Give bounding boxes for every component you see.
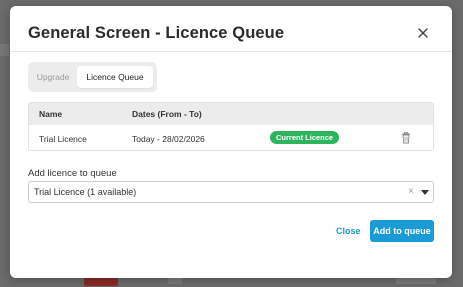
close-button[interactable]: Close bbox=[336, 226, 361, 236]
background-text-fragment bbox=[168, 278, 182, 284]
licence-name: Trial Licence bbox=[39, 134, 87, 144]
licence-dates: Today - 28/02/2026 bbox=[132, 134, 205, 144]
column-header-name: Name bbox=[39, 109, 63, 119]
background-app-fragment bbox=[0, 44, 9, 56]
add-licence-label: Add licence to queue bbox=[28, 168, 117, 179]
column-header-dates: Dates (From - To) bbox=[132, 109, 202, 119]
licence-select[interactable]: Trial Licence (1 available) × bbox=[28, 181, 434, 203]
status-badge: Current Licence bbox=[270, 131, 340, 144]
licence-queue-modal: General Screen - Licence Queue Upgrade L… bbox=[10, 6, 452, 278]
clear-icon[interactable]: × bbox=[408, 186, 414, 198]
tab-group: Upgrade Licence Queue bbox=[28, 62, 157, 92]
licence-table: Name Dates (From - To) Trial Licence Tod… bbox=[28, 102, 434, 151]
add-to-queue-button[interactable]: Add to queue bbox=[370, 220, 434, 242]
tab-licence-queue[interactable]: Licence Queue bbox=[77, 66, 153, 88]
licence-select-value: Trial Licence (1 available) bbox=[34, 187, 137, 197]
table-row: Trial Licence Today - 28/02/2026 Current… bbox=[29, 125, 433, 150]
chevron-down-icon[interactable] bbox=[421, 190, 429, 195]
modal-header: General Screen - Licence Queue bbox=[10, 6, 452, 52]
background-text-fragment bbox=[396, 278, 436, 284]
close-icon[interactable] bbox=[416, 26, 430, 40]
tab-upgrade[interactable]: Upgrade bbox=[32, 66, 74, 88]
table-header: Name Dates (From - To) bbox=[29, 103, 433, 125]
trash-icon[interactable] bbox=[401, 132, 411, 144]
modal-title: General Screen - Licence Queue bbox=[28, 24, 285, 42]
